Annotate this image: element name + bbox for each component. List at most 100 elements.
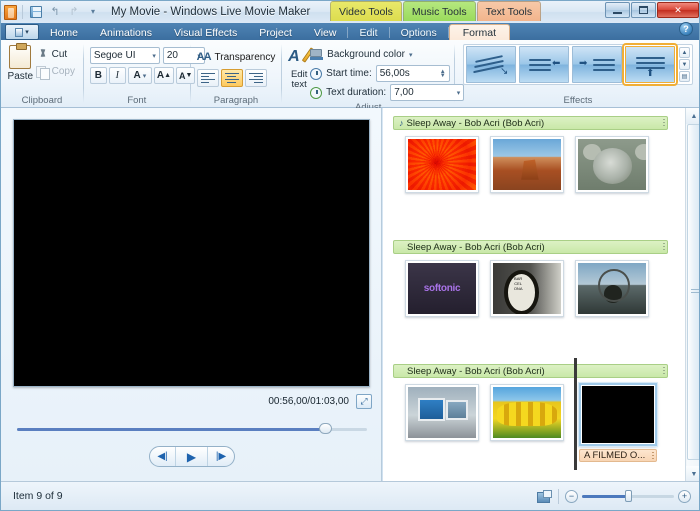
tab-view[interactable]: View (303, 24, 348, 41)
storyboard-row: Sleep Away - Bob Acri (Bob Acri) A FILME… (383, 358, 686, 480)
effects-gallery: ↘ ⬅ ➡ ⬆ ▲ ▼ ▤ (462, 43, 693, 86)
effect-fly-in-right-thumbnail[interactable]: ➡ (571, 46, 622, 83)
text-duration-combo[interactable]: 7,00 ▾ (390, 84, 465, 101)
text-duration-row: Text duration: 7,00 ▾ (310, 84, 465, 101)
clip-chrysanthemum[interactable] (405, 136, 479, 193)
transparency-button[interactable]: AA Transparency (197, 48, 276, 66)
divider (558, 488, 559, 504)
thumbnail-image (493, 139, 561, 190)
scroll-up-button[interactable]: ▲ (686, 108, 699, 124)
fullscreen-button[interactable]: ⤢ (356, 394, 372, 409)
italic-button[interactable]: I (108, 67, 126, 84)
play-button[interactable]: ▶ (176, 447, 208, 466)
title-clip-caption[interactable]: A FILMED O... (579, 449, 657, 462)
quick-access-toolbar: ↰ ↱ ▾ (1, 4, 101, 20)
storyboard-scrollbar[interactable]: ▲ ▼ (685, 108, 699, 482)
music-tools-header[interactable]: Music Tools (402, 1, 476, 21)
resize-grip[interactable] (663, 367, 665, 376)
clip-window[interactable] (575, 260, 649, 317)
spinner-icon[interactable]: ▲ ▼ (435, 69, 446, 79)
paste-button[interactable]: Paste (7, 43, 34, 82)
seek-bar[interactable] (17, 422, 367, 436)
zoom-thumb[interactable] (625, 490, 632, 502)
clip-desert[interactable] (490, 136, 564, 193)
clip-office[interactable] (405, 384, 479, 441)
align-left-button[interactable] (196, 69, 219, 87)
preview-monitor[interactable] (13, 119, 370, 387)
zoom-in-button[interactable]: + (678, 489, 691, 503)
font-name-value: Segoe UI (93, 50, 136, 61)
undo-icon[interactable]: ↰ (47, 4, 63, 20)
music-track-bar[interactable]: Sleep Away - Bob Acri (Bob Acri) (393, 364, 668, 378)
save-icon[interactable] (28, 4, 44, 20)
tab-options[interactable]: Options (390, 24, 448, 41)
seek-thumb[interactable] (319, 423, 332, 434)
scroll-thumb[interactable] (687, 124, 699, 460)
tab-visual-effects[interactable]: Visual Effects (163, 24, 248, 41)
tab-edit[interactable]: Edit (348, 24, 388, 41)
ribbon-group-font: Segoe UI ▾ 20 ▾ B I A ▾ A ▲ A ▼ Font (84, 40, 205, 107)
cut-button[interactable]: Cut (34, 46, 77, 63)
customize-qat-icon[interactable]: ▾ (85, 4, 101, 20)
resize-grip[interactable] (652, 452, 654, 461)
tab-animations[interactable]: Animations (89, 24, 163, 41)
maximize-button[interactable] (631, 2, 656, 18)
clip-title-card[interactable] (579, 383, 657, 446)
tab-project[interactable]: Project (248, 24, 303, 41)
resize-grip[interactable] (663, 243, 665, 252)
music-track-bar[interactable]: ♪ Sleep Away - Bob Acri (Bob Acri) (393, 116, 668, 130)
effect-sweep-thumbnail[interactable]: ↘ (465, 46, 516, 83)
playhead-indicator[interactable] (574, 358, 577, 470)
align-right-button[interactable] (244, 69, 267, 87)
redo-icon[interactable]: ↱ (66, 4, 82, 20)
text-color-button[interactable]: A ▾ (127, 67, 152, 84)
music-track-bar[interactable]: Sleep Away - Bob Acri (Bob Acri) (393, 240, 668, 254)
effects-more-button[interactable]: ▤ (678, 71, 690, 82)
close-button[interactable]: ✕ (657, 2, 699, 18)
help-icon[interactable]: ? (679, 22, 693, 36)
effects-scroll-down-button[interactable]: ▼ (678, 59, 690, 70)
resize-grip[interactable] (663, 119, 665, 128)
grow-font-button[interactable]: A ▲ (153, 67, 174, 84)
clip-tulips[interactable] (490, 384, 564, 441)
minimize-button[interactable] (605, 2, 630, 18)
movie-maker-window: ↰ ↱ ▾ My Movie - Windows Live Movie Make… (0, 0, 700, 511)
status-bar-right: − + (537, 488, 699, 504)
zoom-track[interactable] (582, 490, 674, 502)
previous-frame-button[interactable]: ◀| (150, 447, 176, 466)
scroll-down-button[interactable]: ▼ (686, 466, 699, 482)
ribbon: Paste Cut Copy Clipboard Segoe UI ▾ 20 ▾… (1, 40, 699, 113)
storyboard-content: ♪ Sleep Away - Bob Acri (Bob Acri) Sleep… (383, 108, 686, 482)
clip-softonic[interactable]: softonic (405, 260, 479, 317)
effect-rise-up-thumbnail[interactable]: ⬆ (621, 43, 678, 86)
copy-button[interactable]: Copy (34, 63, 77, 80)
music-track-label: Sleep Away - Bob Acri (Bob Acri) (407, 365, 545, 377)
chevron-down-icon: ▾ (152, 52, 156, 60)
file-menu-button[interactable]: ▾ (5, 24, 39, 40)
font-name-combo[interactable]: Segoe UI ▾ (89, 47, 160, 64)
start-time-input[interactable]: 56,00s ▲ ▼ (375, 65, 450, 82)
thumbnail-image (578, 263, 646, 314)
align-center-button[interactable] (220, 69, 243, 87)
zoom-slider[interactable]: − + (565, 489, 691, 503)
start-time-label: Start time: (326, 68, 372, 79)
edit-text-button[interactable]: A Edit text (288, 45, 315, 90)
tab-format[interactable]: Format (448, 24, 511, 41)
barcelona-sign-text: BAR CEL ONA (513, 276, 523, 292)
background-color-button[interactable]: Background color ▾ (310, 46, 464, 63)
contextual-tool-headers: Video Tools Music Tools Text Tools (330, 1, 542, 21)
effect-fly-in-left-thumbnail[interactable]: ⬅ (518, 46, 569, 83)
text-tools-header[interactable]: Text Tools (476, 1, 542, 21)
zoom-out-button[interactable]: − (565, 489, 578, 503)
clip-koala[interactable] (575, 136, 649, 193)
next-frame-button[interactable]: |▶ (208, 447, 234, 466)
thumbnail-size-icon[interactable] (537, 489, 552, 503)
movie-maker-icon[interactable] (4, 4, 17, 20)
cut-label: Cut (51, 49, 68, 60)
start-time-value: 56,00s (379, 68, 410, 79)
clip-barcelona[interactable]: BAR CEL ONA (490, 260, 564, 317)
effects-scroll-up-button[interactable]: ▲ (678, 47, 690, 58)
bold-button[interactable]: B (89, 67, 107, 84)
video-tools-header[interactable]: Video Tools (330, 1, 402, 21)
tab-home[interactable]: Home (39, 24, 89, 41)
